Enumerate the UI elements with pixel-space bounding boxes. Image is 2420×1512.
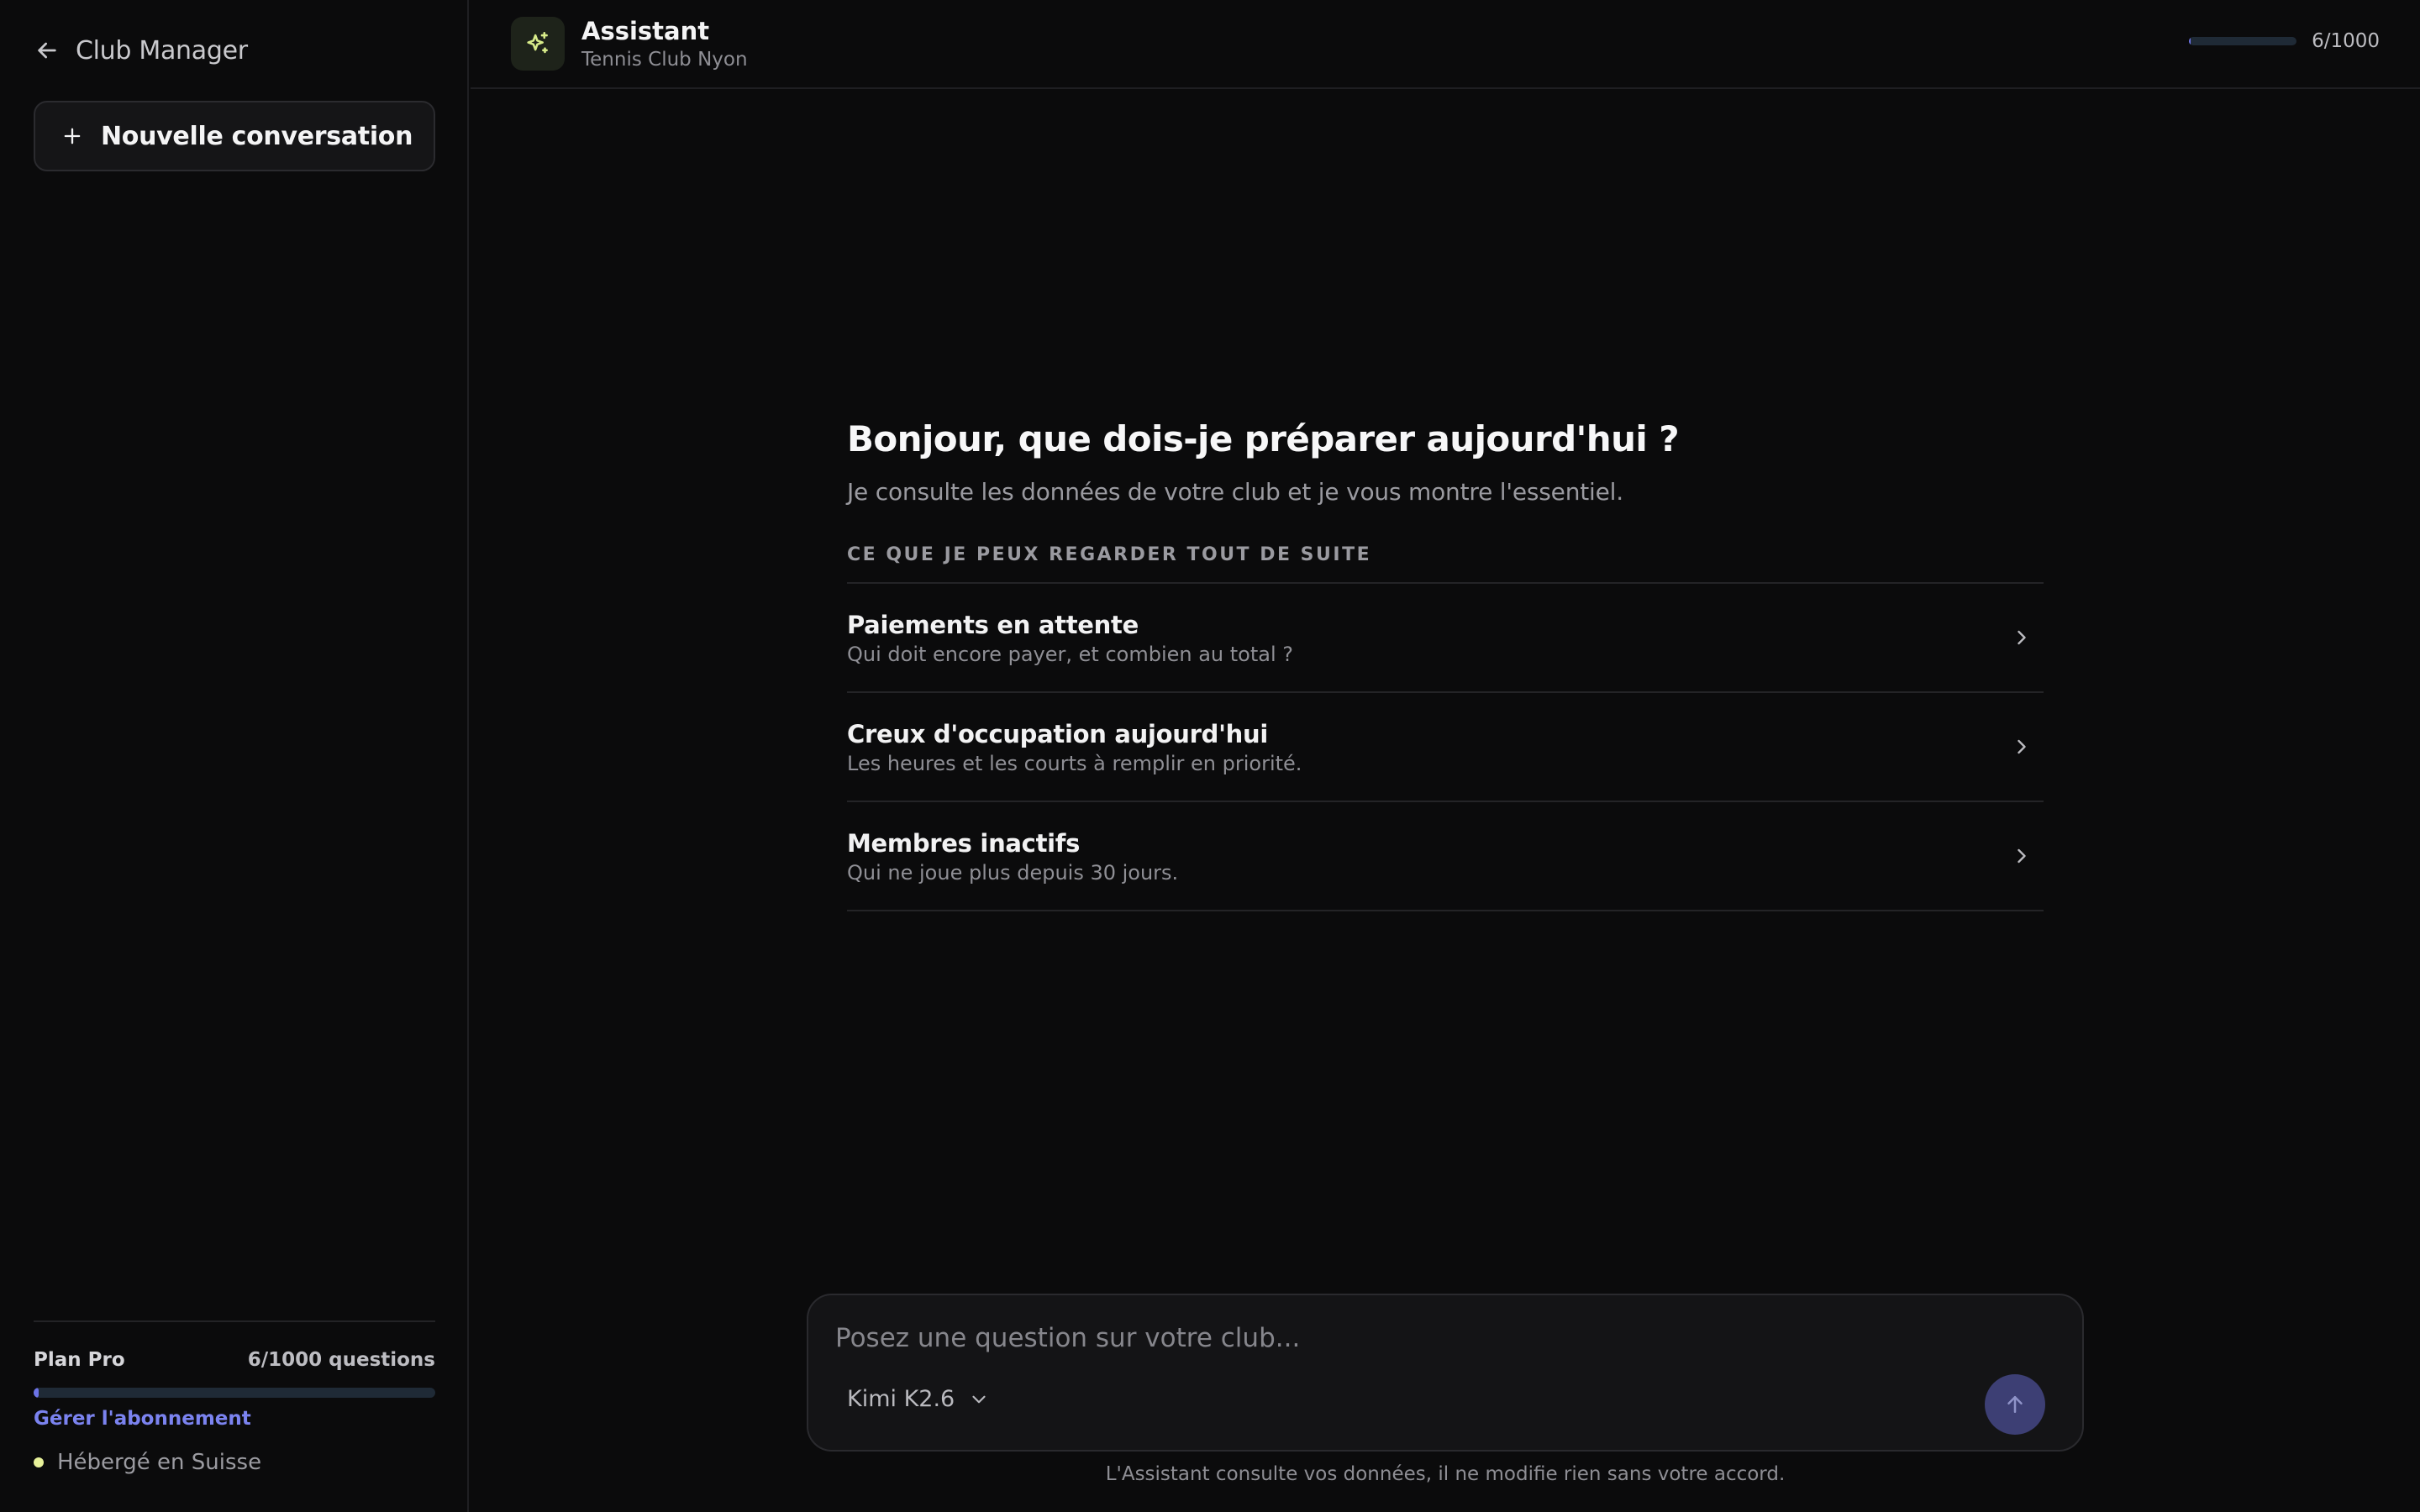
- page-title: Assistant: [581, 17, 710, 45]
- back-label: Club Manager: [76, 35, 248, 66]
- assistant-avatar: [511, 17, 565, 71]
- header-usage-bar-fill: [2189, 37, 2191, 45]
- suggestion-list: Paiements en attente Qui doit encore pay…: [847, 582, 2044, 911]
- chevron-down-icon: [972, 1395, 986, 1403]
- suggestion-description: Qui ne joue plus depuis 30 jours.: [847, 861, 1179, 885]
- chevron-right-icon: [2018, 630, 2026, 645]
- header-usage-bar: [2189, 37, 2297, 45]
- suggestion-pending-payments[interactable]: Paiements en attente Qui doit encore pay…: [847, 584, 2044, 693]
- sparkles-icon: [527, 31, 548, 54]
- new-conversation-label: Nouvelle conversation: [101, 121, 413, 151]
- plan-name: Plan Pro: [34, 1349, 125, 1371]
- disclaimer-text: L'Assistant consulte vos données, il ne …: [1105, 1463, 1786, 1485]
- back-button[interactable]: Club Manager: [34, 32, 248, 69]
- suggestion-description: Les heures et les courts à remplir en pr…: [847, 752, 1302, 775]
- plan-usage-count: 6/1000 questions: [247, 1349, 435, 1371]
- sidebar-divider: [34, 1320, 435, 1322]
- header-usage-count: 6/1000: [2312, 30, 2380, 52]
- status-dot-icon: [34, 1457, 44, 1467]
- greeting-heading: Bonjour, que dois-je préparer aujourd'hu…: [847, 418, 1680, 459]
- suggestion-description: Qui doit encore payer, et combien au tot…: [847, 643, 1294, 666]
- hosted-status: Hébergé en Suisse: [34, 1450, 261, 1475]
- new-conversation-button[interactable]: Nouvelle conversation: [34, 101, 435, 171]
- plan-usage-bar: [34, 1388, 435, 1398]
- message-composer: Kimi K2.6: [807, 1294, 2084, 1452]
- welcome-panel: Bonjour, que dois-je préparer aujourd'hu…: [847, 418, 2044, 911]
- question-input[interactable]: [835, 1317, 2012, 1359]
- chevron-right-icon: [2018, 848, 2026, 864]
- model-selector[interactable]: Kimi K2.6: [847, 1386, 990, 1412]
- plan-row: Plan Pro 6/1000 questions: [34, 1349, 435, 1371]
- sidebar: Club Manager Nouvelle conversation Plan …: [0, 0, 469, 1512]
- arrow-up-icon: [2007, 1396, 2023, 1413]
- suggestions-section-label: CE QUE JE PEUX REGARDER TOUT DE SUITE: [847, 544, 1372, 565]
- suggestion-occupancy-gaps[interactable]: Creux d'occupation aujourd'hui Les heure…: [847, 693, 2044, 802]
- manage-subscription-link[interactable]: Gérer l'abonnement: [34, 1408, 251, 1430]
- suggestion-title: Creux d'occupation aujourd'hui: [847, 720, 1268, 748]
- model-label: Kimi K2.6: [847, 1386, 955, 1412]
- app-root: Club Manager Nouvelle conversation Plan …: [0, 0, 2420, 1512]
- header: Assistant Tennis Club Nyon 6/1000: [471, 0, 2420, 89]
- arrow-left-icon: [38, 42, 56, 59]
- suggestion-inactive-members[interactable]: Membres inactifs Qui ne joue plus depuis…: [847, 802, 2044, 911]
- suggestion-title: Paiements en attente: [847, 611, 1139, 639]
- send-button[interactable]: [1985, 1374, 2045, 1435]
- plan-usage-bar-fill: [34, 1388, 39, 1398]
- chevron-right-icon: [2018, 739, 2026, 754]
- suggestion-title: Membres inactifs: [847, 829, 1081, 858]
- plus-icon: [64, 128, 81, 144]
- intro-text: Je consulte les données de votre club et…: [847, 478, 1623, 506]
- club-name: Tennis Club Nyon: [581, 49, 748, 71]
- header-usage: 6/1000: [2189, 30, 2380, 52]
- hosted-label: Hébergé en Suisse: [57, 1450, 262, 1475]
